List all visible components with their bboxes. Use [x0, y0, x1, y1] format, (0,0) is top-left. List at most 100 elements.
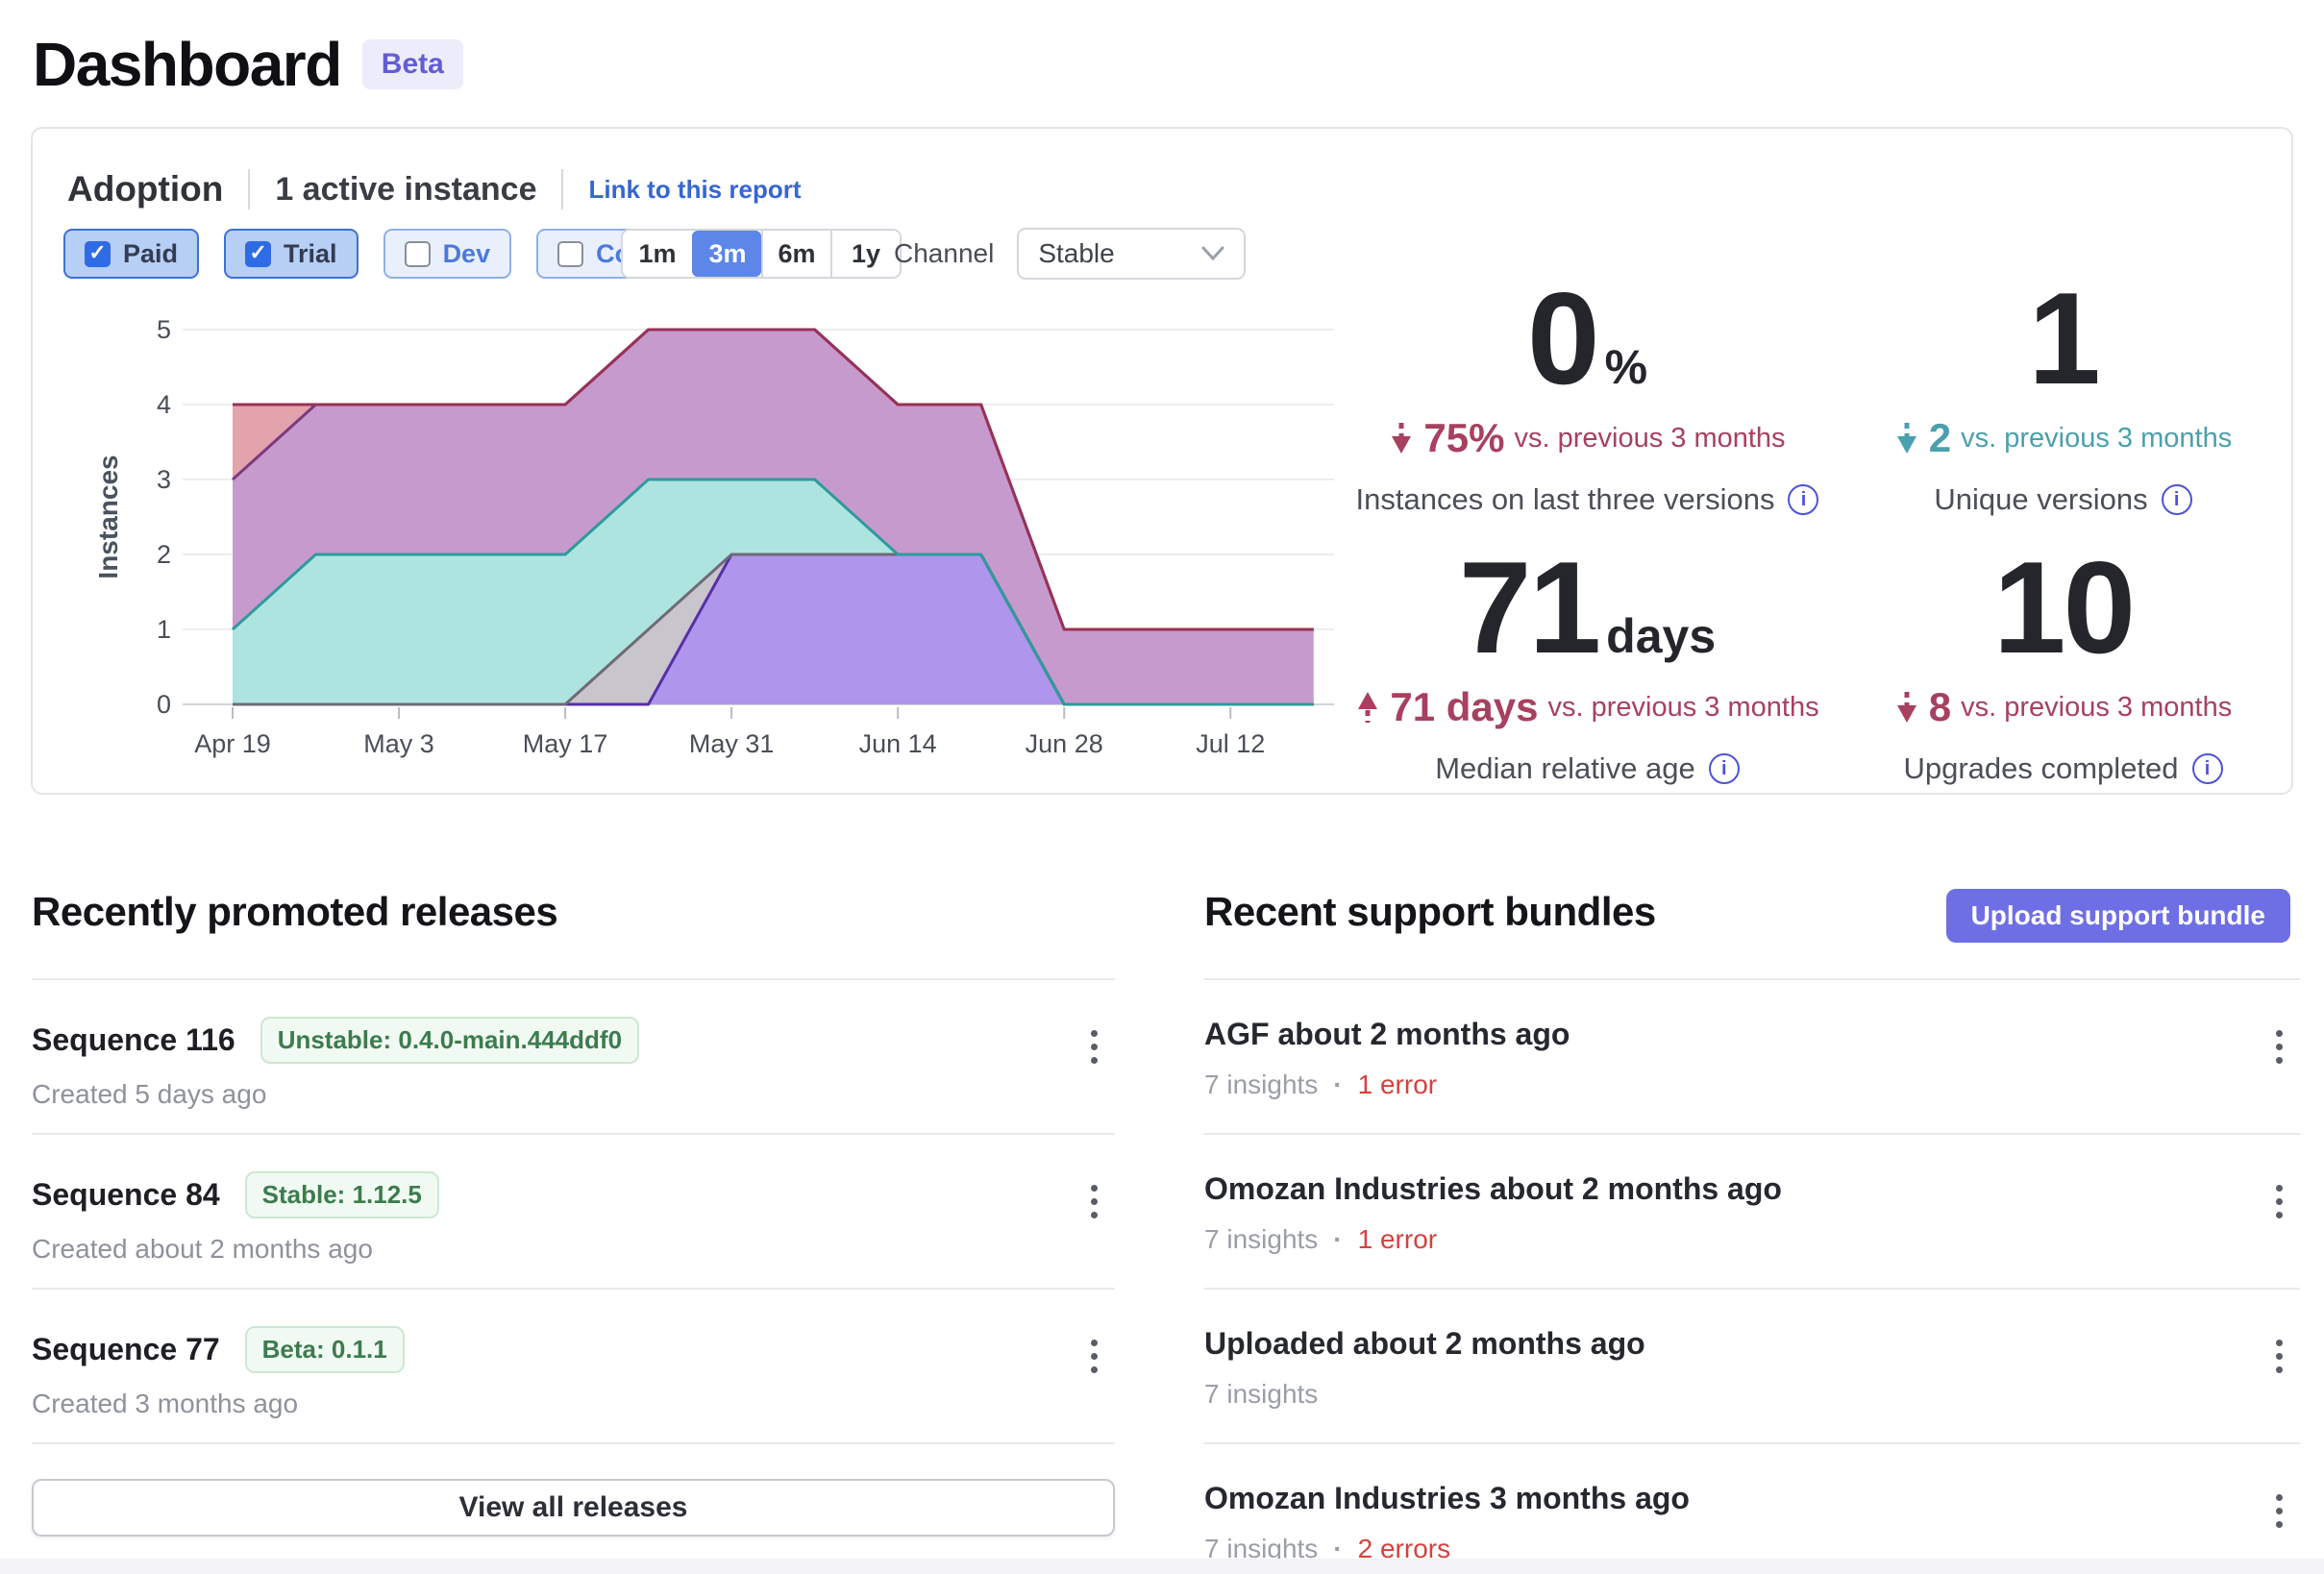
range-1m-button[interactable]: 1m: [623, 231, 692, 277]
stat-unique-versions: 1 2 vs. previous 3 months U: [1825, 273, 2301, 521]
stat-label-row: Median relative age: [1435, 751, 1740, 786]
release-row: Sequence 116 Unstable: 0.4.0-main.444ddf…: [32, 980, 1115, 1135]
release-row: Sequence 84 Stable: 1.12.5 Created about…: [32, 1135, 1115, 1290]
kebab-menu-icon[interactable]: [2270, 1334, 2288, 1379]
bundle-title: Omozan Industries 3 months ago: [1204, 1481, 2300, 1516]
upload-support-bundle-button[interactable]: Upload support bundle: [1946, 889, 2290, 943]
channel-select[interactable]: Stable: [1017, 228, 1246, 280]
dot-separator: [1333, 1070, 1342, 1100]
release-channel-badge: Beta: 0.1.1: [245, 1326, 405, 1373]
checkbox-icon: [85, 241, 111, 267]
bundle-meta: 7 insights 1 error: [1204, 1224, 2300, 1255]
svg-text:Jun 28: Jun 28: [1026, 729, 1103, 758]
arrow-up-dashed-icon: [1355, 690, 1380, 725]
stat-change: 75% vs. previous 3 months: [1389, 415, 1785, 461]
filter-label: Dev: [443, 239, 491, 269]
release-sequence: Sequence 84: [32, 1177, 220, 1213]
release-sequence: Sequence 116: [32, 1022, 235, 1058]
kebab-menu-icon[interactable]: [1085, 1179, 1103, 1224]
release-sequence: Sequence 77: [32, 1332, 220, 1367]
page-header: Dashboard Beta: [33, 29, 463, 100]
release-created: Created about 2 months ago: [32, 1234, 1115, 1265]
stat-change: 8 vs. previous 3 months: [1894, 684, 2232, 730]
svg-text:May 31: May 31: [689, 729, 775, 758]
adoption-area-chart: Apr 19May 3May 17May 31Jun 14Jun 28Jul 1…: [88, 290, 1367, 771]
adoption-title: Adoption: [67, 169, 223, 209]
dot-separator: [1333, 1224, 1342, 1255]
time-range-segmented-control: 1m 3m 6m 1y: [621, 229, 902, 279]
bundle-errors: 1 error: [1358, 1070, 1437, 1100]
checkbox-icon: [557, 241, 583, 267]
stat-instances-last-three-versions: 0 % 75% vs. previous 3 months: [1349, 273, 1825, 521]
range-1y-button[interactable]: 1y: [830, 231, 900, 277]
svg-text:May 3: May 3: [363, 729, 434, 758]
range-3m-button[interactable]: 3m: [692, 231, 761, 277]
link-to-report[interactable]: Link to this report: [588, 175, 801, 205]
release-title-line: Sequence 116 Unstable: 0.4.0-main.444ddf…: [32, 1017, 1115, 1064]
stat-change: 2 vs. previous 3 months: [1894, 415, 2232, 461]
info-icon[interactable]: [2192, 753, 2223, 784]
bundle-meta: 7 insights 1 error: [1204, 1070, 2300, 1100]
view-all-releases-button[interactable]: View all releases: [32, 1479, 1115, 1537]
info-icon[interactable]: [1788, 484, 1818, 515]
kebab-menu-icon[interactable]: [1085, 1334, 1103, 1379]
svg-text:May 17: May 17: [523, 729, 608, 758]
info-icon[interactable]: [2162, 484, 2192, 515]
svg-text:3: 3: [157, 465, 171, 494]
releases-header: Recently promoted releases: [32, 889, 1115, 980]
kebab-menu-icon[interactable]: [2270, 1179, 2288, 1224]
bundle-title: Uploaded about 2 months ago: [1204, 1326, 2300, 1362]
release-created: Created 5 days ago: [32, 1079, 1115, 1110]
bundle-insights: 7 insights: [1204, 1379, 1318, 1410]
release-channel-badge: Unstable: 0.4.0-main.444ddf0: [260, 1017, 639, 1064]
support-bundle-row: Uploaded about 2 months ago 7 insights: [1204, 1290, 2300, 1444]
filter-paid-checkbox[interactable]: Paid: [63, 229, 199, 279]
release-title-line: Sequence 84 Stable: 1.12.5: [32, 1171, 1115, 1218]
page-footer-strip: [0, 1559, 2324, 1574]
svg-text:1: 1: [157, 615, 171, 644]
svg-text:Apr 19: Apr 19: [194, 729, 271, 758]
kebab-menu-icon[interactable]: [1085, 1024, 1103, 1070]
release-channel-badge: Stable: 1.12.5: [245, 1171, 439, 1218]
stat-label-row: Unique versions: [1934, 482, 2191, 517]
recent-support-bundles-section: Recent support bundles Upload support bu…: [1204, 889, 2300, 1574]
page-title: Dashboard: [33, 29, 341, 100]
range-6m-button[interactable]: 6m: [761, 231, 830, 277]
kebab-menu-icon[interactable]: [2270, 1024, 2288, 1070]
info-icon[interactable]: [1709, 753, 1740, 784]
kebab-menu-icon[interactable]: [2270, 1488, 2288, 1534]
filter-label: Paid: [123, 239, 178, 269]
svg-text:5: 5: [157, 315, 171, 344]
checkbox-icon: [245, 241, 271, 267]
stat-upgrades-completed: 10 8 vs. previous 3 months: [1825, 542, 2301, 790]
filter-dev-checkbox[interactable]: Dev: [383, 229, 512, 279]
filter-label: Trial: [284, 239, 337, 269]
stat-label-row: Upgrades completed: [1903, 751, 2222, 786]
arrow-down-dashed-icon: [1894, 690, 1919, 725]
stat-value: 1: [2028, 273, 2098, 404]
svg-text:4: 4: [157, 390, 171, 419]
stat-value: 10: [1993, 542, 2133, 673]
svg-text:2: 2: [157, 540, 171, 569]
svg-text:Instances: Instances: [93, 455, 123, 578]
release-row: Sequence 77 Beta: 0.1.1 Created 3 months…: [32, 1290, 1115, 1444]
chevron-down-icon: [1201, 246, 1224, 261]
header-divider: [248, 169, 250, 209]
svg-text:0: 0: [157, 690, 171, 719]
adoption-stats-grid: 0 % 75% vs. previous 3 months: [1349, 273, 2301, 790]
arrow-down-dashed-icon: [1894, 421, 1919, 455]
stat-median-relative-age: 71 days 71 days vs. previous 3 months: [1349, 542, 1825, 790]
filter-trial-checkbox[interactable]: Trial: [224, 229, 358, 279]
stat-value: 0 %: [1527, 273, 1647, 404]
beta-badge: Beta: [362, 39, 463, 89]
recently-promoted-releases-section: Recently promoted releases Sequence 116 …: [32, 889, 1115, 1537]
bundle-title: AGF about 2 months ago: [1204, 1017, 2300, 1052]
bundle-insights: 7 insights: [1204, 1224, 1318, 1255]
support-bundle-row: AGF about 2 months ago 7 insights 1 erro…: [1204, 980, 2300, 1135]
channel-selected-value: Stable: [1038, 238, 1114, 269]
checkbox-icon: [405, 241, 431, 267]
bundles-header: Recent support bundles Upload support bu…: [1204, 889, 2300, 980]
adoption-card-header: Adoption 1 active instance Link to this …: [67, 169, 801, 209]
adoption-card: Adoption 1 active instance Link to this …: [31, 127, 2293, 795]
svg-text:Jul 12: Jul 12: [1196, 729, 1265, 758]
